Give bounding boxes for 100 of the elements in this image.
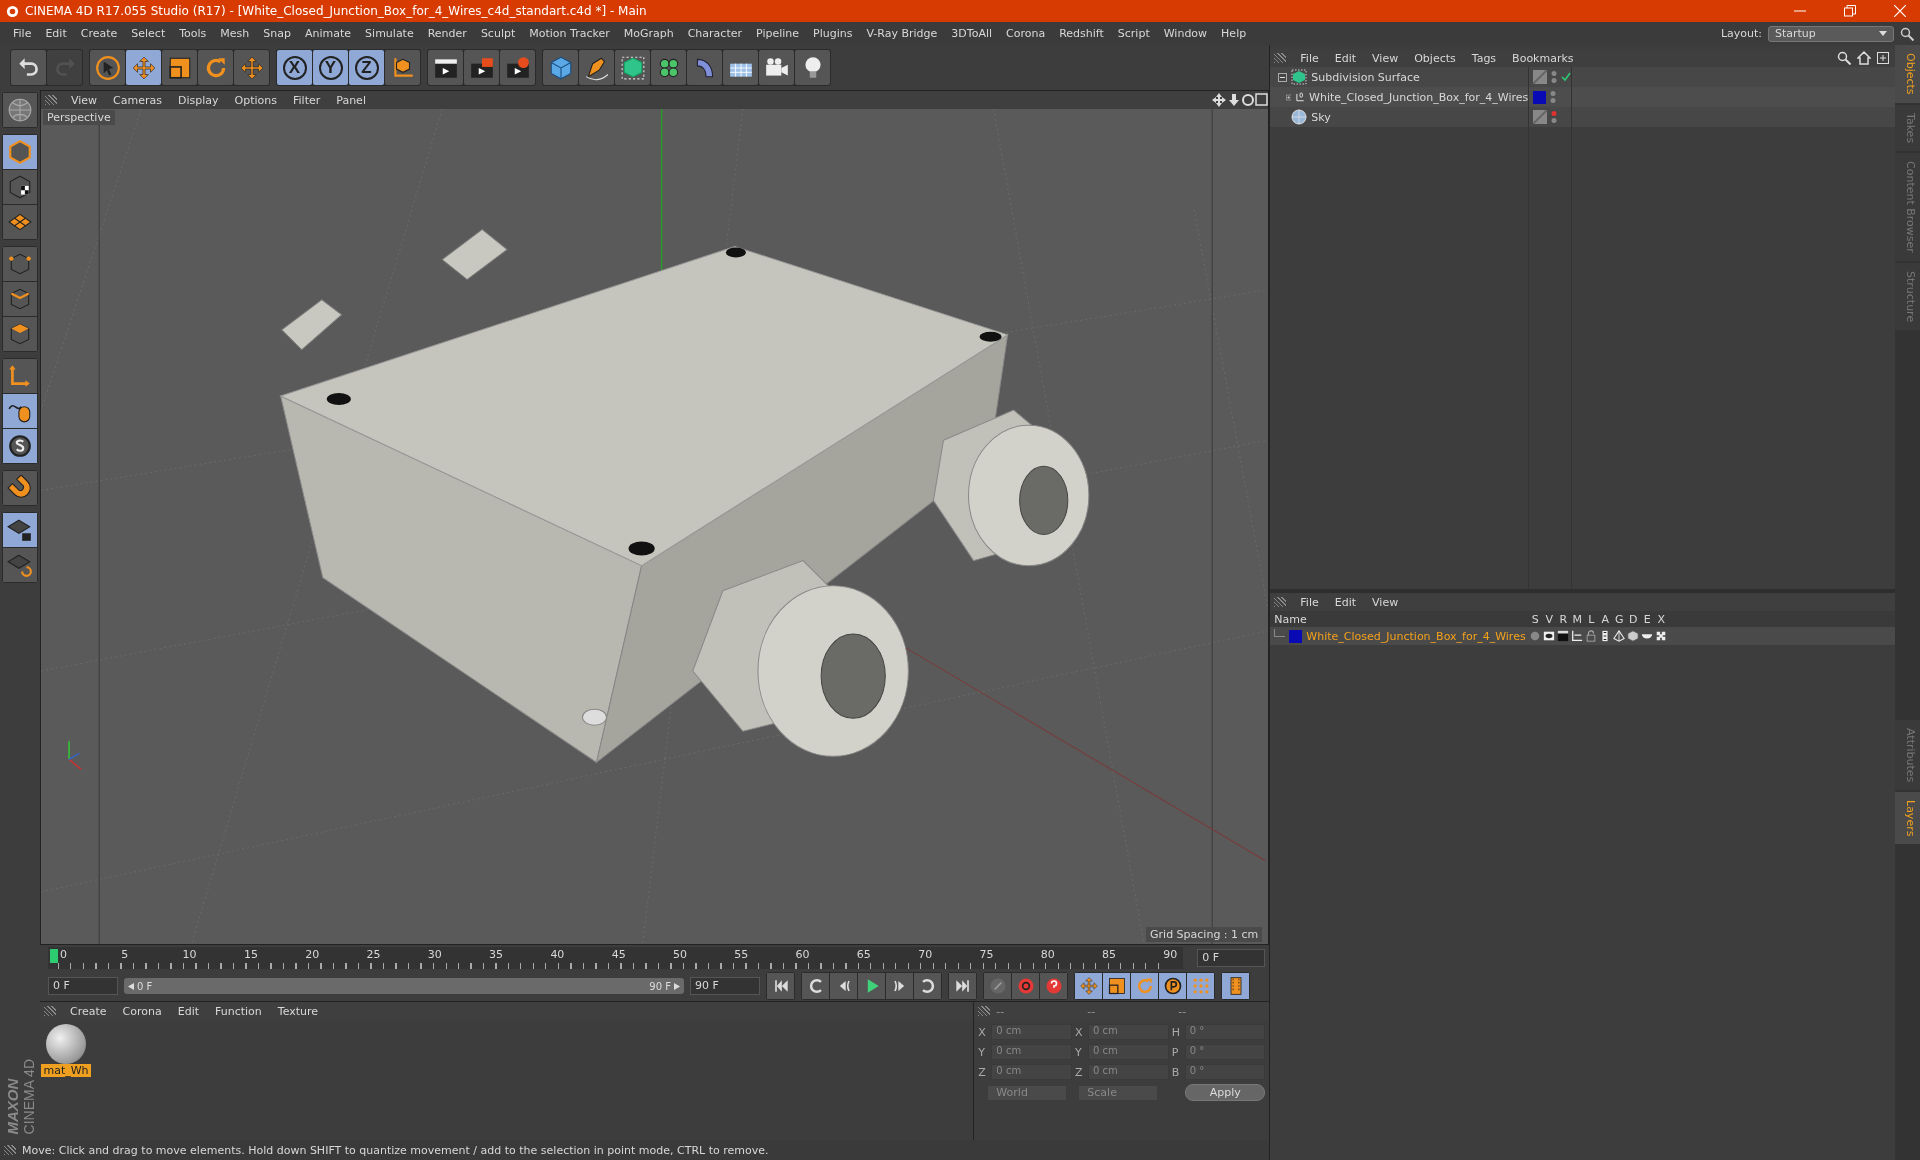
column-header[interactable]: L xyxy=(1584,612,1599,626)
column-header[interactable]: S xyxy=(1528,612,1543,626)
menu-item[interactable]: Motion Tracker xyxy=(522,27,617,40)
grip-icon[interactable] xyxy=(44,1006,56,1016)
menu-item[interactable]: Snap xyxy=(256,27,298,40)
column-header[interactable]: M xyxy=(1570,612,1585,626)
grip-icon[interactable] xyxy=(978,1006,991,1016)
playback-button[interactable] xyxy=(802,973,829,999)
menu-item[interactable]: Simulate xyxy=(358,27,421,40)
toolbar-button[interactable] xyxy=(651,50,686,85)
grip-icon[interactable] xyxy=(1274,53,1287,63)
tool-button[interactable] xyxy=(3,429,37,463)
new-window-icon[interactable] xyxy=(1877,52,1889,64)
toolbar-button[interactable] xyxy=(90,50,125,85)
expander-icon[interactable] xyxy=(1285,92,1292,102)
object-menu-item[interactable]: View xyxy=(1364,51,1407,65)
padlock-icon[interactable] xyxy=(1585,630,1598,642)
eye-icon[interactable] xyxy=(1543,630,1556,642)
grip-icon[interactable] xyxy=(1274,597,1287,607)
playback-button[interactable] xyxy=(767,973,794,999)
menu-item[interactable]: Tools xyxy=(172,27,214,40)
expander-icon[interactable] xyxy=(1278,72,1288,82)
menu-item[interactable]: Create xyxy=(73,27,125,40)
start-frame-field[interactable]: 0 F xyxy=(48,977,118,995)
column-header[interactable]: V xyxy=(1542,612,1557,626)
material-menu-item[interactable]: Create xyxy=(62,1004,115,1018)
object-menu-item[interactable]: Objects xyxy=(1406,51,1464,65)
frame-range-slider[interactable]: 0 F 90 F xyxy=(124,978,684,994)
hierarchy-icon[interactable] xyxy=(1571,630,1584,642)
navigation-icon[interactable] xyxy=(1212,93,1269,107)
playback-button[interactable] xyxy=(1012,973,1039,999)
viewport-menu-item[interactable]: Panel xyxy=(328,93,374,107)
viewport-menu-item[interactable]: Cameras xyxy=(105,93,170,107)
column-header[interactable]: A xyxy=(1598,612,1613,626)
menu-item[interactable]: Help xyxy=(1214,27,1254,40)
column-header[interactable]: D xyxy=(1626,612,1641,626)
toolbar-button[interactable] xyxy=(385,50,420,85)
menu-item[interactable]: File xyxy=(6,27,39,40)
tool-button[interactable] xyxy=(3,471,37,505)
toolbar-button[interactable] xyxy=(428,50,463,85)
visibility-dots-icon[interactable] xyxy=(1551,70,1558,84)
restore-icon[interactable] xyxy=(1844,5,1856,17)
layout-dropdown[interactable]: Startup xyxy=(1768,25,1894,42)
playhead-marker[interactable] xyxy=(50,949,58,963)
dot-icon[interactable] xyxy=(1529,630,1542,642)
column-header[interactable]: E xyxy=(1640,612,1655,626)
visibility-dots-icon[interactable] xyxy=(1551,110,1558,124)
menu-item[interactable]: Window xyxy=(1156,27,1215,40)
grip-icon[interactable] xyxy=(4,1145,16,1155)
toolbar-button[interactable] xyxy=(162,50,197,85)
playback-button[interactable] xyxy=(914,973,941,999)
end-frame-field[interactable]: 90 F xyxy=(690,977,760,995)
menu-item[interactable]: Script xyxy=(1110,27,1157,40)
right-arrow-icon[interactable] xyxy=(674,982,680,990)
playback-button[interactable] xyxy=(949,973,976,999)
column-header[interactable]: X xyxy=(1654,612,1669,626)
material-menu-item[interactable]: Texture xyxy=(269,1004,327,1018)
playback-button[interactable] xyxy=(858,973,885,999)
pyramid-icon[interactable] xyxy=(1613,630,1626,642)
menu-item[interactable]: Redshift xyxy=(1052,27,1111,40)
menu-item[interactable]: V-Ray Bridge xyxy=(859,27,945,40)
layer-color-swatch[interactable] xyxy=(1289,629,1303,643)
search-icon[interactable] xyxy=(1837,51,1851,65)
no-layer-icon[interactable] xyxy=(1533,110,1548,124)
menu-item[interactable]: Select xyxy=(124,27,173,40)
playback-button[interactable] xyxy=(886,973,913,999)
layer-menu-item[interactable]: File xyxy=(1292,595,1327,609)
toolbar-button[interactable] xyxy=(723,50,758,85)
menu-item[interactable]: Mesh xyxy=(213,27,257,40)
tool-button[interactable] xyxy=(3,394,37,428)
object-name[interactable]: Subdivision Surface xyxy=(1311,70,1420,84)
menu-item[interactable]: MoGraph xyxy=(616,27,681,40)
menu-item[interactable]: Corona xyxy=(999,27,1053,40)
tool-button[interactable] xyxy=(3,317,37,351)
menu-item[interactable]: Pipeline xyxy=(749,27,807,40)
apply-button[interactable]: Apply xyxy=(1185,1084,1266,1101)
viewport-menu-item[interactable]: View xyxy=(63,93,106,107)
playback-button[interactable] xyxy=(1103,973,1130,999)
column-header[interactable]: Name xyxy=(1270,612,1529,626)
side-tab[interactable]: Layers xyxy=(1895,792,1920,845)
material-menu-item[interactable]: Edit xyxy=(169,1004,207,1018)
playback-button[interactable] xyxy=(1040,973,1067,999)
menu-item[interactable]: Character xyxy=(680,27,749,40)
layer-color-swatch[interactable] xyxy=(1533,90,1547,104)
toolbar-button[interactable]: Y xyxy=(313,50,348,85)
layer-menu-item[interactable]: View xyxy=(1364,595,1407,609)
material-menu-item[interactable]: Function xyxy=(207,1004,270,1018)
toolbar-button[interactable] xyxy=(579,50,614,85)
tool-button[interactable] xyxy=(3,205,37,239)
material-swatch[interactable]: mat_Wh xyxy=(44,1024,88,1077)
tool-button[interactable] xyxy=(3,282,37,316)
object-menu-item[interactable]: Edit xyxy=(1326,51,1365,65)
layer-menu-item[interactable]: Edit xyxy=(1326,595,1365,609)
object-menu-item[interactable]: Bookmarks xyxy=(1504,51,1582,65)
search-icon[interactable] xyxy=(1900,26,1914,41)
menu-item[interactable]: 3DToAll xyxy=(944,27,999,40)
menu-item[interactable]: Sculpt xyxy=(473,27,523,40)
close-icon[interactable] xyxy=(1894,5,1906,17)
current-frame-field[interactable]: 0 F xyxy=(1197,949,1266,967)
visibility-dots-icon[interactable] xyxy=(1550,90,1557,104)
